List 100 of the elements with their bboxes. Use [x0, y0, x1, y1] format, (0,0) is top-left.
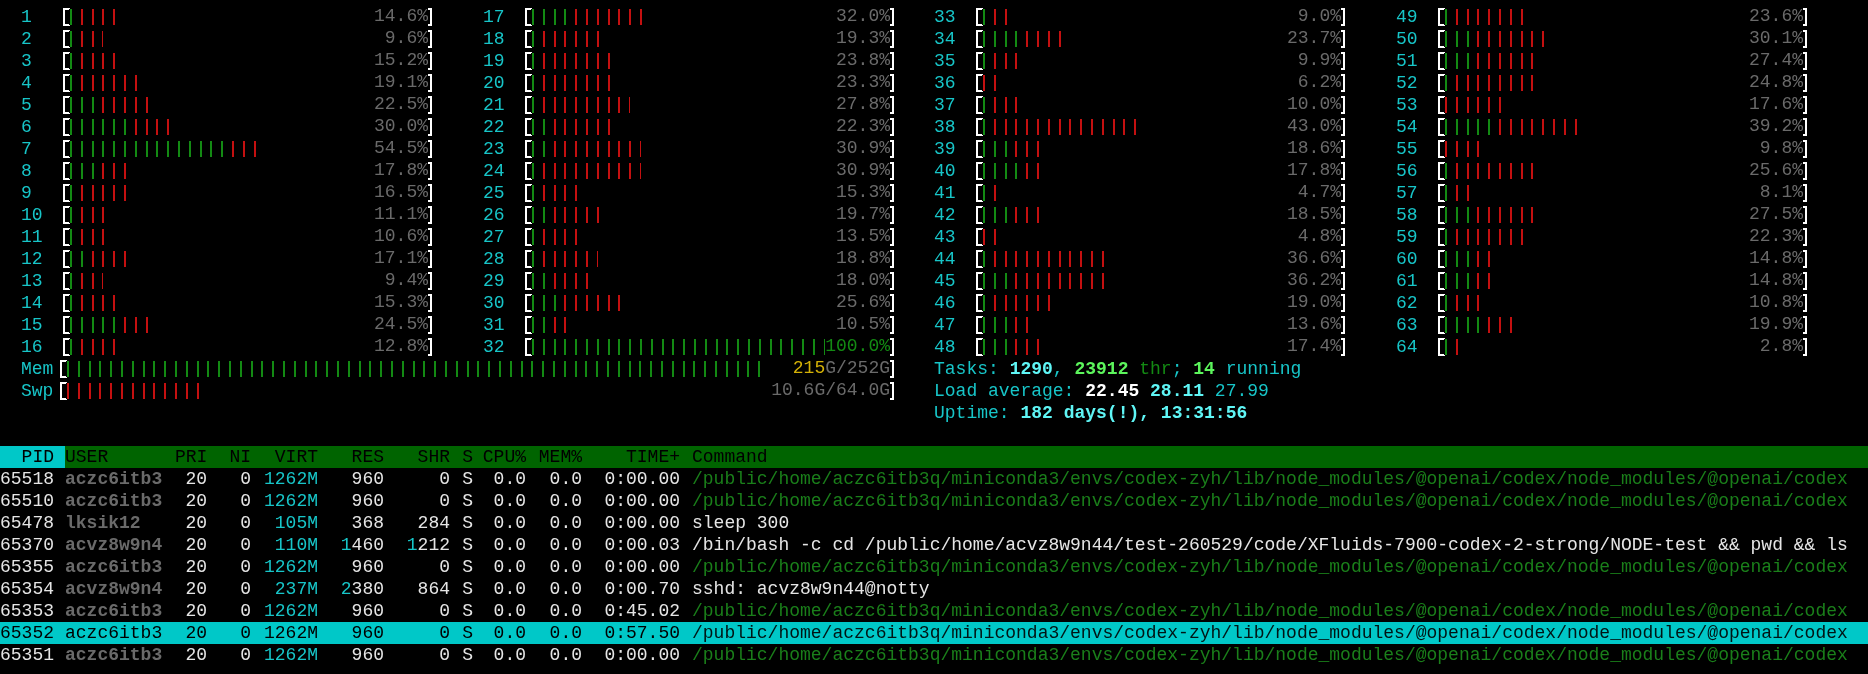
cpu-number: 2 [21, 28, 33, 50]
table-cell-text: 2380 [339, 578, 384, 600]
process-row[interactable]: 65478 lksik12 20 0 105M 368 284 S 0.0 0.0 0:00.00 sleep 300 [0, 512, 1868, 534]
table-cell-text: 65370 [0, 534, 55, 556]
table-cell-text: S [461, 622, 473, 644]
usage-reading: 8.1% [1759, 181, 1803, 203]
table-cell-text: S [461, 556, 473, 578]
cpu-number: 5 [21, 94, 33, 116]
table-cell-text: 960 [350, 490, 384, 512]
table-cell-text: aczc6itb3 [65, 490, 164, 512]
table-cell-text: 0.0 [492, 468, 526, 490]
cpu-number: 28 [483, 248, 506, 270]
usage-reading: 17.8% [1287, 159, 1341, 181]
table-cell-text: 960 [350, 600, 384, 622]
table-cell-text: 1460 [339, 534, 384, 556]
table-cell-text: 0 [438, 468, 450, 490]
cpu-number: 44 [934, 248, 957, 270]
cpu-number: 35 [934, 50, 957, 72]
column-header[interactable]: Command [692, 446, 768, 468]
cpu-number: 60 [1396, 248, 1419, 270]
process-row[interactable]: 65353 aczc6itb3 20 0 1262M 960 0 S 0.0 0.0 0:45.02 /public/home/aczc6itb3q/miniconda3/envs/codex-zyh/lib/node_modules/@openai/codex/node_modules/@openai/codex [0, 600, 1868, 622]
usage-reading: 18.8% [836, 247, 890, 269]
cpu-number: 1 [21, 6, 33, 28]
table-cell: sshd: acvz8w9n44@notty [692, 578, 930, 600]
table-cell-text: acvz8w9n4 [65, 534, 164, 556]
table-cell-text: S [461, 468, 473, 490]
table-cell: /public/home/aczc6itb3q/miniconda3/envs/codex-zyh/lib/node_modules/@openai/codex/node_modules/@openai/codex [692, 600, 1848, 622]
cpu-number: 58 [1396, 204, 1419, 226]
process-row[interactable]: 65370 acvz8w9n4 20 0 110M 1460 1212 S 0.0 0.0 0:00.03 /bin/bash -c cd /public/home/acvz8w9n44/test-260529/code/XFluids-7900-codex-2-strong/NODE-test && pwd && ls [0, 534, 1868, 556]
table-cell-text: 1262M [263, 644, 318, 666]
cpu-number: 34 [934, 28, 957, 50]
usage-reading: 17.8% [374, 159, 428, 181]
table-cell-text: S [461, 600, 473, 622]
column-header[interactable]: MEM% [526, 446, 582, 468]
table-cell-text: 0.0 [548, 468, 582, 490]
process-row[interactable]: 65518 aczc6itb3 20 0 1262M 960 0 S 0.0 0.0 0:00.00 /public/home/aczc6itb3q/miniconda3/envs/codex-zyh/lib/node_modules/@openai/codex/node_modules/@openai/codex [0, 468, 1868, 490]
table-cell-text: 237M [273, 578, 318, 600]
usage-reading: 22.3% [1749, 225, 1803, 247]
table-cell-text: 960 [350, 468, 384, 490]
cpu-number: 51 [1396, 50, 1419, 72]
usage-reading: 14.6% [374, 5, 428, 27]
column-header[interactable]: RES [318, 446, 384, 468]
usage-reading: 23.3% [836, 71, 890, 93]
usage-reading: 13.5% [836, 225, 890, 247]
cpu-number: 49 [1396, 6, 1419, 28]
column-header[interactable]: TIME+ [582, 446, 680, 468]
column-header[interactable]: S [450, 446, 473, 468]
cpu-number: 57 [1396, 182, 1419, 204]
column-header[interactable]: PRI [175, 446, 207, 468]
cpu-number: 16 [21, 336, 44, 358]
cpu-number: 24 [483, 160, 506, 182]
usage-reading: 27.4% [1749, 49, 1803, 71]
table-cell-text: 65355 [0, 556, 55, 578]
table-cell-text: aczc6itb3 [65, 644, 164, 666]
column-header[interactable]: NI [207, 446, 251, 468]
table-cell-text: 0.0 [548, 512, 582, 534]
cpu-number: 13 [21, 270, 44, 292]
table-cell-text: 960 [350, 622, 384, 644]
table-cell-text: 0:00.00 [603, 556, 680, 578]
cpu-number: 8 [21, 160, 33, 182]
table-cell: /public/home/aczc6itb3q/miniconda3/envs/codex-zyh/lib/node_modules/@openai/codex/node_modules/@openai/codex [692, 468, 1848, 490]
table-cell-text: 0 [438, 490, 450, 512]
usage-reading: 2.8% [1759, 335, 1803, 357]
process-row[interactable]: 65352 aczc6itb3 20 0 1262M 960 0 S 0.0 0.0 0:57.50 /public/home/aczc6itb3q/miniconda3/envs/codex-zyh/lib/node_modules/@openai/codex/node_modules/@openai/codex [0, 622, 1868, 644]
table-cell: /public/home/aczc6itb3q/miniconda3/envs/codex-zyh/lib/node_modules/@openai/codex/node_modules/@openai/codex [692, 644, 1848, 666]
table-cell-text: 0.0 [548, 490, 582, 512]
usage-reading: 27.5% [1749, 203, 1803, 225]
process-row[interactable]: 65351 aczc6itb3 20 0 1262M 960 0 S 0.0 0.0 0:00.00 /public/home/aczc6itb3q/miniconda3/envs/codex-zyh/lib/node_modules/@openai/codex/node_modules/@openai/codex [0, 644, 1868, 666]
uptime: Uptime: 182 days(!), 13:31:56 [934, 402, 1249, 424]
table-cell-text: 65518 [0, 468, 55, 490]
table-cell-text: aczc6itb3 [65, 622, 164, 644]
column-header[interactable]: VIRT [251, 446, 318, 468]
table-cell-text: 20 [184, 622, 207, 644]
process-row[interactable]: 65510 aczc6itb3 20 0 1262M 960 0 S 0.0 0.0 0:00.00 /public/home/aczc6itb3q/miniconda3/envs/codex-zyh/lib/node_modules/@openai/codex/node_modules/@openai/codex [0, 490, 1868, 512]
usage-reading: 18.5% [1287, 203, 1341, 225]
usage-reading: 17.4% [1287, 335, 1341, 357]
column-header[interactable]: CPU% [473, 446, 526, 468]
table-cell-text: 864 [416, 578, 450, 600]
process-row[interactable]: 65354 acvz8w9n4 20 0 237M 2380 864 S 0.0 0.0 0:00.70 sshd: acvz8w9n44@notty [0, 578, 1868, 600]
usage-reading: 6.2% [1297, 71, 1341, 93]
usage-reading: 4.8% [1297, 225, 1341, 247]
usage-reading: 54.5% [374, 137, 428, 159]
usage-reading: 19.3% [836, 27, 890, 49]
table-cell-text: 20 [184, 600, 207, 622]
table-cell-text: 0.0 [548, 556, 582, 578]
cpu-number: 43 [934, 226, 957, 248]
column-header[interactable]: SHR [384, 446, 450, 468]
cpu-number: 64 [1396, 336, 1419, 358]
table-cell-text: 0:00.00 [603, 468, 680, 490]
column-header[interactable]: USER [65, 446, 175, 468]
usage-reading: 18.6% [1287, 137, 1341, 159]
table-cell-text: 0 [438, 644, 450, 666]
usage-reading: 100.0% [825, 335, 890, 357]
memory-label: Mem [21, 358, 55, 380]
cpu-number: 26 [483, 204, 506, 226]
usage-reading: 30.1% [1749, 27, 1803, 49]
column-header[interactable]: PID [0, 446, 65, 468]
table-cell: /public/home/aczc6itb3q/miniconda3/envs/codex-zyh/lib/node_modules/@openai/codex/node_modules/@openai/codex [692, 622, 1848, 644]
process-row[interactable]: 65355 aczc6itb3 20 0 1262M 960 0 S 0.0 0.0 0:00.00 /public/home/aczc6itb3q/miniconda3/envs/codex-zyh/lib/node_modules/@openai/codex/node_modules/@openai/codex [0, 556, 1868, 578]
usage-reading: 24.8% [1749, 71, 1803, 93]
